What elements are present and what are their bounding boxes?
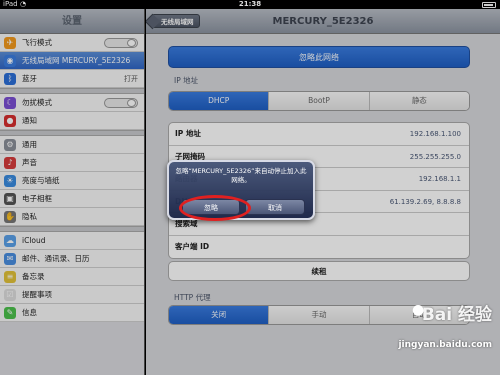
paw-icon: ●	[412, 302, 425, 318]
baidu-watermark: Bai 经验 ● jingyan.baidu.com	[372, 300, 492, 360]
clock: 21:38	[238, 0, 262, 8]
battery-icon	[482, 2, 496, 8]
watermark-logo: Bai 经验	[421, 305, 492, 325]
cancel-button[interactable]: 取消	[245, 199, 305, 215]
alert-message: 忽略“MERCURY_5E2326”来自动停止加入此网络。	[175, 167, 307, 184]
ignore-button[interactable]: 忽略	[182, 199, 240, 215]
watermark-url: jingyan.baidu.com	[398, 340, 492, 350]
alert-dialog: 忽略“MERCURY_5E2326”来自动停止加入此网络。 忽略 取消	[167, 160, 315, 220]
status-bar: iPad ◔ 21:38	[0, 0, 500, 9]
